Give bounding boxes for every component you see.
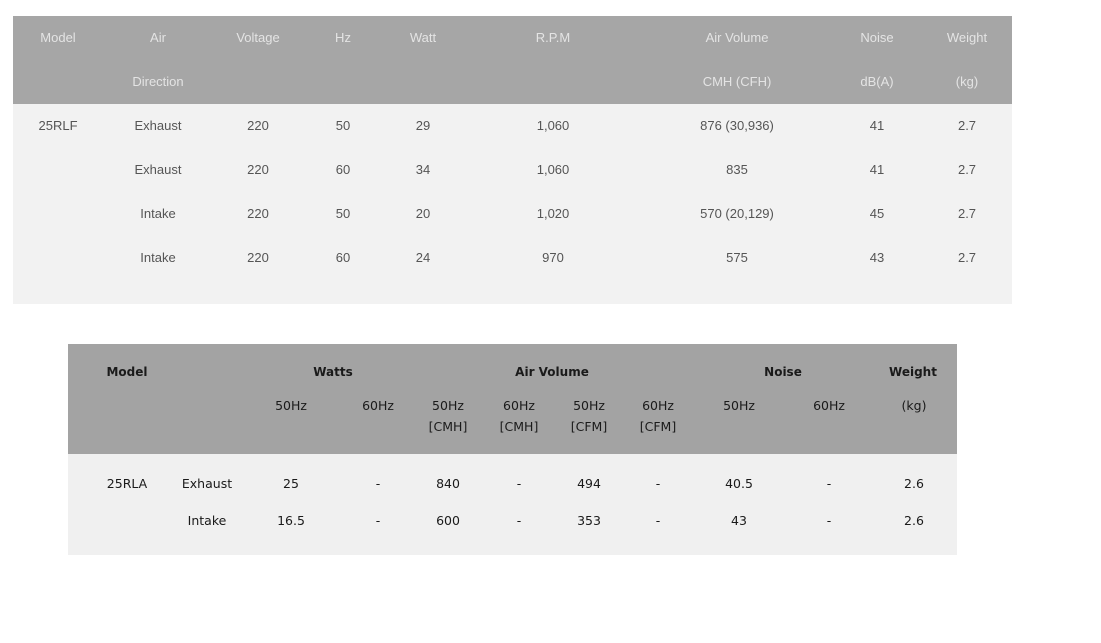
col-header-air-volume-unit: CMH (CFH) [702, 74, 772, 89]
subheader-noise-60hz: 60Hz [813, 398, 845, 413]
table-cell: - [655, 476, 661, 491]
table-cell: 43 [731, 513, 747, 528]
col-header-noise-unit: dB(A) [860, 74, 894, 89]
col-header-hz: Hz [335, 30, 351, 45]
table-cell: - [516, 513, 522, 528]
table-cell: 570 (20,129) [700, 206, 774, 221]
table-cell: 970 [542, 250, 564, 265]
col-header-watt: Watt [409, 30, 437, 45]
table-cell: 60 [335, 162, 351, 177]
col-header-direction: Direction [132, 74, 184, 89]
table-cell: 40.5 [725, 476, 753, 491]
table-cell: 45 [869, 206, 885, 221]
col-header-weight-unit: (kg) [955, 74, 979, 89]
table-cell: Exhaust [134, 162, 182, 177]
table-header: Model Watts Air Volume Noise Weight 50Hz… [68, 344, 957, 454]
table-cell: Exhaust [181, 476, 233, 491]
table-header: Model Air Voltage Hz Watt R.P.M Air Volu… [13, 16, 1012, 104]
table-cell: Intake [140, 250, 176, 265]
table-cell: - [516, 476, 522, 491]
table-cell: 41 [869, 162, 885, 177]
table-cell: 1,060 [536, 162, 570, 177]
col-group-model: Model [106, 365, 148, 379]
table-cell: Intake [140, 206, 176, 221]
table-cell: 575 [726, 250, 748, 265]
col-group-watts: Watts [313, 365, 353, 379]
subheader-watts-60hz: 60Hz [362, 398, 394, 413]
table-cell: 60 [335, 250, 351, 265]
col-header-voltage: Voltage [236, 30, 280, 45]
table-cell: - [826, 513, 832, 528]
col-header-air-volume: Air Volume [705, 30, 769, 45]
table-cell: - [375, 476, 381, 491]
subheader-watts-50hz: 50Hz [275, 398, 307, 413]
table-cell: 1,060 [536, 118, 570, 133]
table-cell: 25RLA [106, 476, 148, 491]
table-cell: 220 [247, 118, 269, 133]
col-header-rpm: R.P.M [535, 30, 571, 45]
table-cell: 20 [415, 206, 431, 221]
table-cell: 2.7 [957, 162, 977, 177]
table-cell: - [826, 476, 832, 491]
col-header-weight: Weight [946, 30, 988, 45]
table-cell: 1,020 [536, 206, 570, 221]
table-cell: 353 [577, 513, 601, 528]
table-cell: 34 [415, 162, 431, 177]
col-group-noise: Noise [764, 365, 802, 379]
table-cell: 835 [726, 162, 748, 177]
table-cell: 41 [869, 118, 885, 133]
table-cell: - [655, 513, 661, 528]
table-cell: 43 [869, 250, 885, 265]
table-cell: 29 [415, 118, 431, 133]
table-cell: 2.6 [904, 476, 924, 491]
table-cell: 2.7 [957, 250, 977, 265]
table-cell: 220 [247, 162, 269, 177]
subheader-cfm-50hz: 50Hz [CFM] [570, 398, 608, 434]
table-cell: Intake [187, 513, 227, 528]
subheader-cmh-60hz: 60Hz [CMH] [499, 398, 539, 434]
specs-table-25rlf: Model Air Voltage Hz Watt R.P.M Air Volu… [13, 16, 1012, 304]
table-cell: - [375, 513, 381, 528]
table-cell: 2.6 [904, 513, 924, 528]
table-cell: 24 [415, 250, 431, 265]
table-cell: 600 [436, 513, 460, 528]
table-cell: 2.7 [957, 206, 977, 221]
subheader-noise-50hz: 50Hz [723, 398, 755, 413]
table-cell: 220 [247, 206, 269, 221]
table-cell: 50 [335, 118, 351, 133]
table-cell: 25RLF [38, 118, 78, 133]
subheader-cfm-60hz: 60Hz [CFM] [639, 398, 677, 434]
col-header-air: Air [150, 30, 166, 45]
table-cell: 220 [247, 250, 269, 265]
table-cell: 840 [436, 476, 460, 491]
col-group-weight: Weight [889, 365, 937, 379]
col-header-model: Model [40, 30, 76, 45]
table-cell: 876 (30,936) [700, 118, 774, 133]
table-cell: 16.5 [277, 513, 305, 528]
col-group-air-volume: Air Volume [515, 365, 589, 379]
specs-table-25rla: Model Watts Air Volume Noise Weight 50Hz… [68, 344, 957, 555]
table-cell: 50 [335, 206, 351, 221]
table-cell: 494 [577, 476, 601, 491]
subheader-cmh-50hz: 50Hz [CMH] [428, 398, 468, 434]
subheader-weight-unit: (kg) [901, 398, 927, 413]
col-header-noise: Noise [860, 30, 894, 45]
table-cell: 25 [283, 476, 299, 491]
table-cell: Exhaust [134, 118, 182, 133]
table-cell: 2.7 [957, 118, 977, 133]
